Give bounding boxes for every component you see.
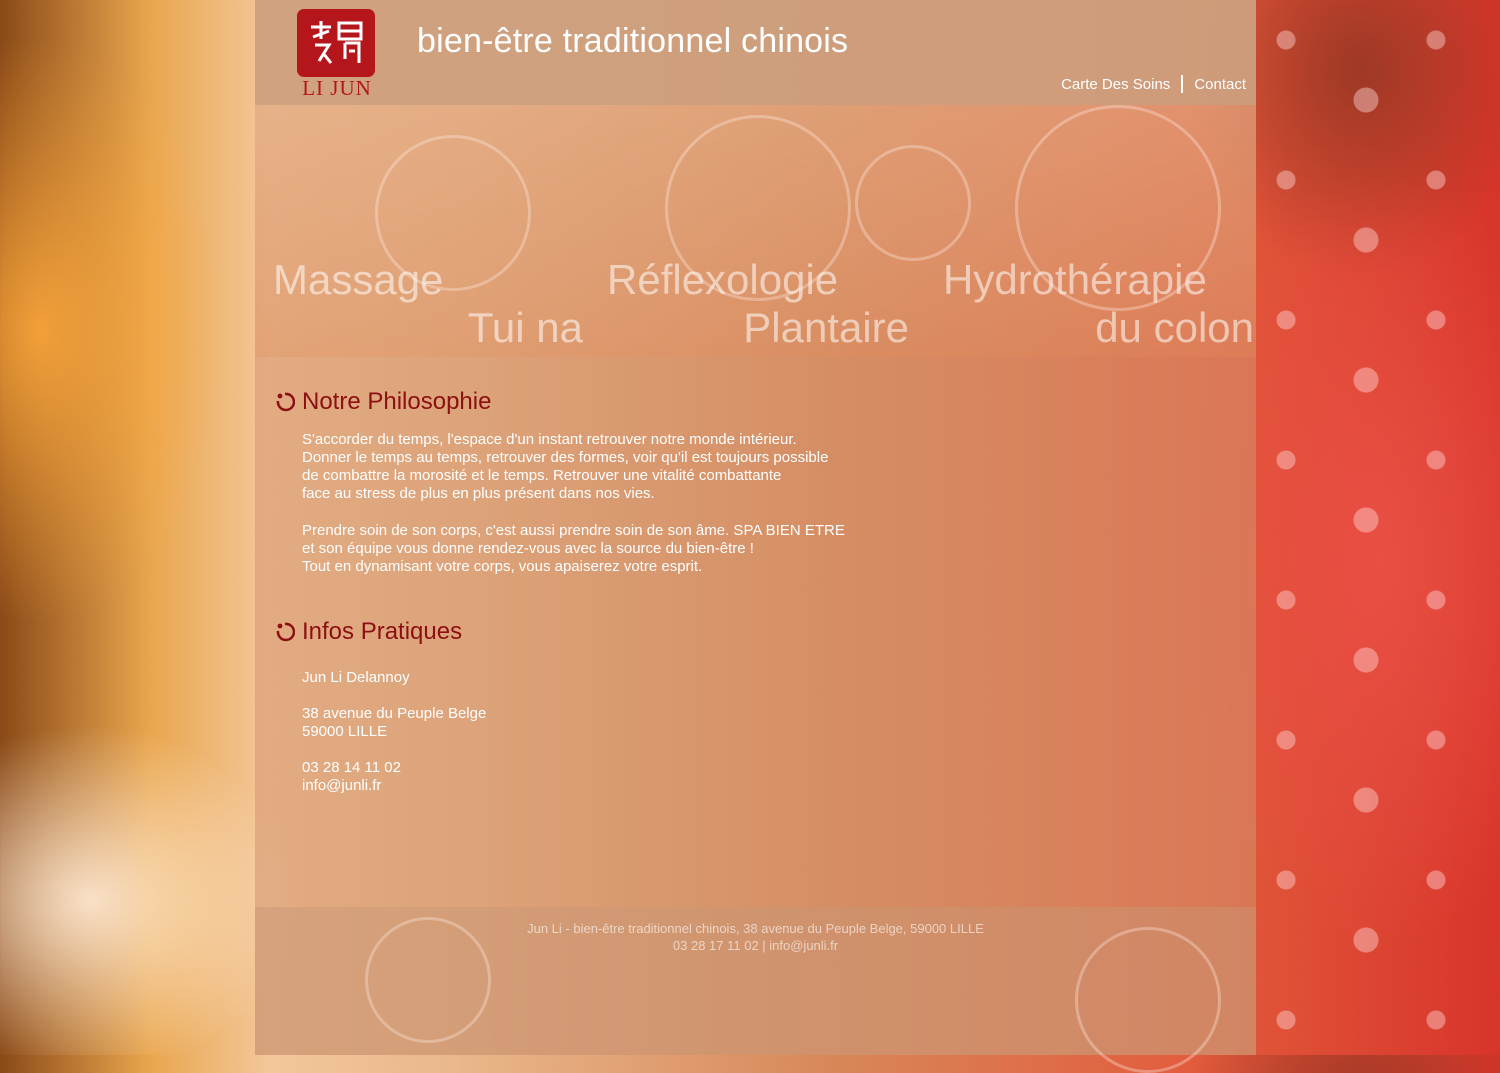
- service-reflexologie[interactable]: Réflexologie Plantaire: [607, 105, 909, 357]
- logo-seal-icon[interactable]: [297, 9, 375, 77]
- service-line1: Hydrothérapie: [943, 256, 1207, 303]
- text-line: et son équipe vous donne rendez-vous ave…: [302, 540, 754, 557]
- site-title: bien-être traditionnel chinois: [417, 22, 849, 60]
- text-line: Prendre soin de son corps, c'est aussi p…: [302, 522, 845, 539]
- philosophie-title: Notre Philosophie: [302, 388, 492, 415]
- contact-address: 38 avenue du Peuple Belge 59000 LILLE: [302, 705, 486, 741]
- background-pattern: [1256, 0, 1500, 1055]
- service-line2: du colon: [1095, 304, 1254, 351]
- footer-line-2: 03 28 17 11 02 | info@junli.fr: [672, 938, 839, 953]
- footer-text: Jun Li - bien-être traditionnel chinois,…: [255, 920, 1256, 954]
- text-line: Tout en dynamisant votre corps, vous apa…: [302, 558, 703, 575]
- nav-contact[interactable]: Contact: [1194, 76, 1246, 93]
- text-line: de combattre la morosité et le temps. Re…: [302, 467, 782, 484]
- service-massage[interactable]: Massage Tui na: [273, 105, 583, 357]
- footer: Jun Li - bien-être traditionnel chinois,…: [255, 907, 1256, 1073]
- philosophie-paragraph-1: S'accorder du temps, l'espace d'un insta…: [302, 431, 828, 503]
- service-line2: Tui na: [467, 304, 583, 351]
- page-container: LI JUN bien-être traditionnel chinois Ca…: [255, 0, 1256, 1073]
- services-banner: Massage Tui na Réflexologie Plantaire Hy…: [255, 105, 1256, 357]
- contact-details: 03 28 14 11 02 info@junli.fr: [302, 759, 401, 795]
- nav-carte-des-soins[interactable]: Carte Des Soins: [1061, 76, 1170, 93]
- swirl-bullet-icon: [276, 392, 295, 412]
- footer-line-1: Jun Li - bien-être traditionnel chinois,…: [527, 921, 984, 936]
- infos-heading: Infos Pratiques: [275, 618, 462, 646]
- logo-text: LI JUN: [302, 76, 372, 100]
- text-line: face au stress de plus en plus présent d…: [302, 485, 655, 502]
- service-line1: Réflexologie: [607, 256, 839, 303]
- contact-email[interactable]: info@junli.fr: [302, 777, 401, 795]
- philosophie-heading: Notre Philosophie: [275, 388, 491, 416]
- philosophie-paragraph-2: Prendre soin de son corps, c'est aussi p…: [302, 522, 845, 576]
- infos-title: Infos Pratiques: [302, 618, 463, 645]
- service-hydrotherapie[interactable]: Hydrothérapie du colon: [943, 105, 1254, 357]
- address-line-1: 38 avenue du Peuple Belge: [302, 705, 487, 722]
- swirl-bullet-icon: [276, 622, 295, 642]
- contact-phone[interactable]: 03 28 14 11 02: [302, 759, 401, 777]
- contact-name: Jun Li Delannoy: [302, 669, 410, 686]
- service-line2: Plantaire: [743, 304, 909, 351]
- text-line: Donner le temps au temps, retrouver des …: [302, 449, 829, 466]
- top-nav: Carte Des Soins Contact: [1061, 75, 1246, 93]
- service-line1: Massage: [273, 256, 444, 303]
- address-line-2: 59000 LILLE: [302, 723, 388, 740]
- header: LI JUN bien-être traditionnel chinois Ca…: [255, 0, 1256, 105]
- nav-separator: [1181, 75, 1184, 93]
- text-line: S'accorder du temps, l'espace d'un insta…: [302, 431, 797, 448]
